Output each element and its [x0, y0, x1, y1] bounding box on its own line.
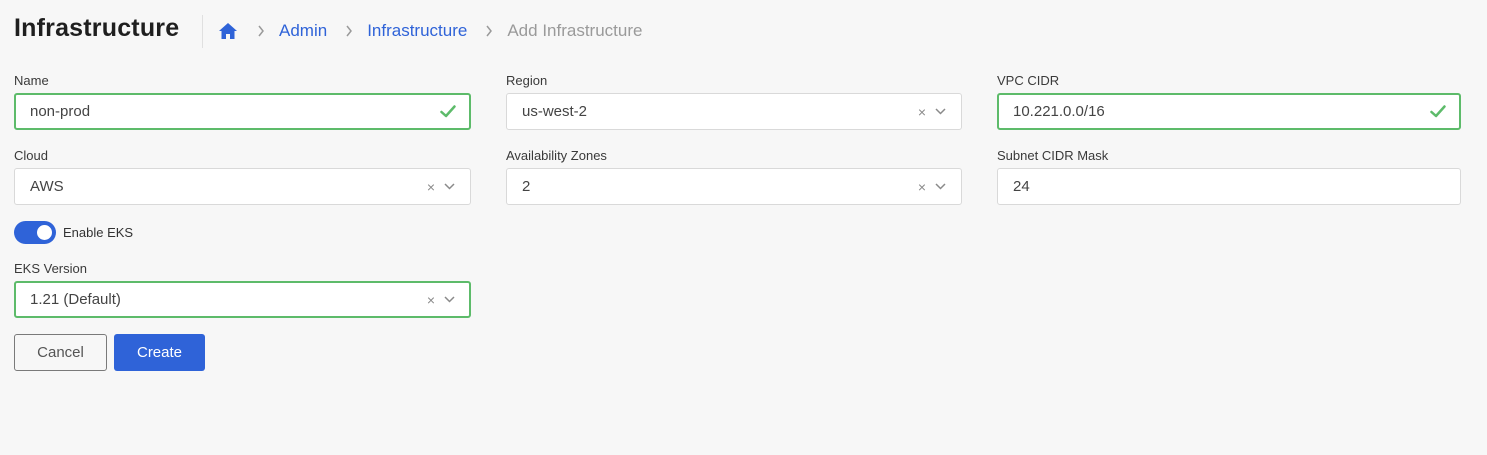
page-header: Infrastructure Admin Infrastructure Add … [0, 0, 1487, 62]
availability-zones-value: 2 [522, 178, 531, 195]
region-field-group: Region us-west-2 × [506, 73, 962, 130]
availability-zones-label: Availability Zones [506, 148, 607, 163]
vpc-cidr-field-group: VPC CIDR 10.221.0.0/16 [997, 73, 1461, 130]
clear-icon[interactable]: × [918, 105, 926, 119]
cloud-select[interactable]: AWS × [14, 168, 471, 205]
header-divider [202, 15, 203, 48]
clear-icon[interactable]: × [427, 180, 435, 194]
chevron-down-icon[interactable] [934, 106, 946, 118]
availability-zones-select[interactable]: 2 × [506, 168, 962, 205]
cloud-value: AWS [30, 178, 64, 195]
chevron-down-icon[interactable] [934, 181, 946, 193]
subnet-cidr-mask-label: Subnet CIDR Mask [997, 148, 1109, 163]
clear-icon[interactable]: × [918, 180, 926, 194]
enable-eks-label: Enable EKS [63, 225, 134, 240]
enable-eks-toggle[interactable] [14, 221, 56, 244]
cloud-label: Cloud [14, 148, 48, 163]
region-value: us-west-2 [522, 103, 588, 120]
enable-eks-row: Enable EKS [14, 221, 133, 244]
chevron-right-icon [257, 25, 265, 37]
breadcrumb-infrastructure[interactable]: Infrastructure [367, 21, 467, 41]
breadcrumb: Admin Infrastructure Add Infrastructure [217, 19, 642, 43]
eks-version-field-group: EKS Version 1.21 (Default) × [14, 261, 471, 318]
toggle-knob [37, 225, 52, 240]
subnet-cidr-mask-value: 24 [1013, 178, 1030, 195]
vpc-cidr-value: 10.221.0.0/16 [1013, 103, 1105, 120]
vpc-cidr-input[interactable]: 10.221.0.0/16 [997, 93, 1461, 130]
eks-version-value: 1.21 (Default) [30, 291, 121, 308]
page-title: Infrastructure [14, 14, 180, 42]
eks-version-label: EKS Version [14, 261, 87, 276]
name-value: non-prod [30, 103, 91, 120]
breadcrumb-admin[interactable]: Admin [279, 21, 327, 41]
availability-zones-field-group: Availability Zones 2 × [506, 148, 962, 205]
region-select[interactable]: us-west-2 × [506, 93, 962, 130]
chevron-right-icon [485, 25, 493, 37]
region-label: Region [506, 73, 548, 88]
cloud-field-group: Cloud AWS × [14, 148, 471, 205]
vpc-cidr-label: VPC CIDR [997, 73, 1060, 88]
check-icon [1429, 103, 1447, 121]
chevron-down-icon[interactable] [443, 294, 455, 306]
clear-icon[interactable]: × [427, 293, 435, 307]
name-input[interactable]: non-prod [14, 93, 471, 130]
create-button[interactable]: Create [114, 334, 205, 371]
eks-version-select[interactable]: 1.21 (Default) × [14, 281, 471, 318]
check-icon [439, 103, 457, 121]
chevron-right-icon [345, 25, 353, 37]
name-label: Name [14, 73, 49, 88]
subnet-cidr-mask-field-group: Subnet CIDR Mask 24 [997, 148, 1461, 205]
subnet-cidr-mask-input[interactable]: 24 [997, 168, 1461, 205]
name-field-group: Name non-prod [14, 73, 471, 130]
cancel-button[interactable]: Cancel [14, 334, 107, 371]
chevron-down-icon[interactable] [443, 181, 455, 193]
breadcrumb-add-infrastructure: Add Infrastructure [507, 21, 643, 40]
home-icon[interactable] [217, 20, 239, 42]
